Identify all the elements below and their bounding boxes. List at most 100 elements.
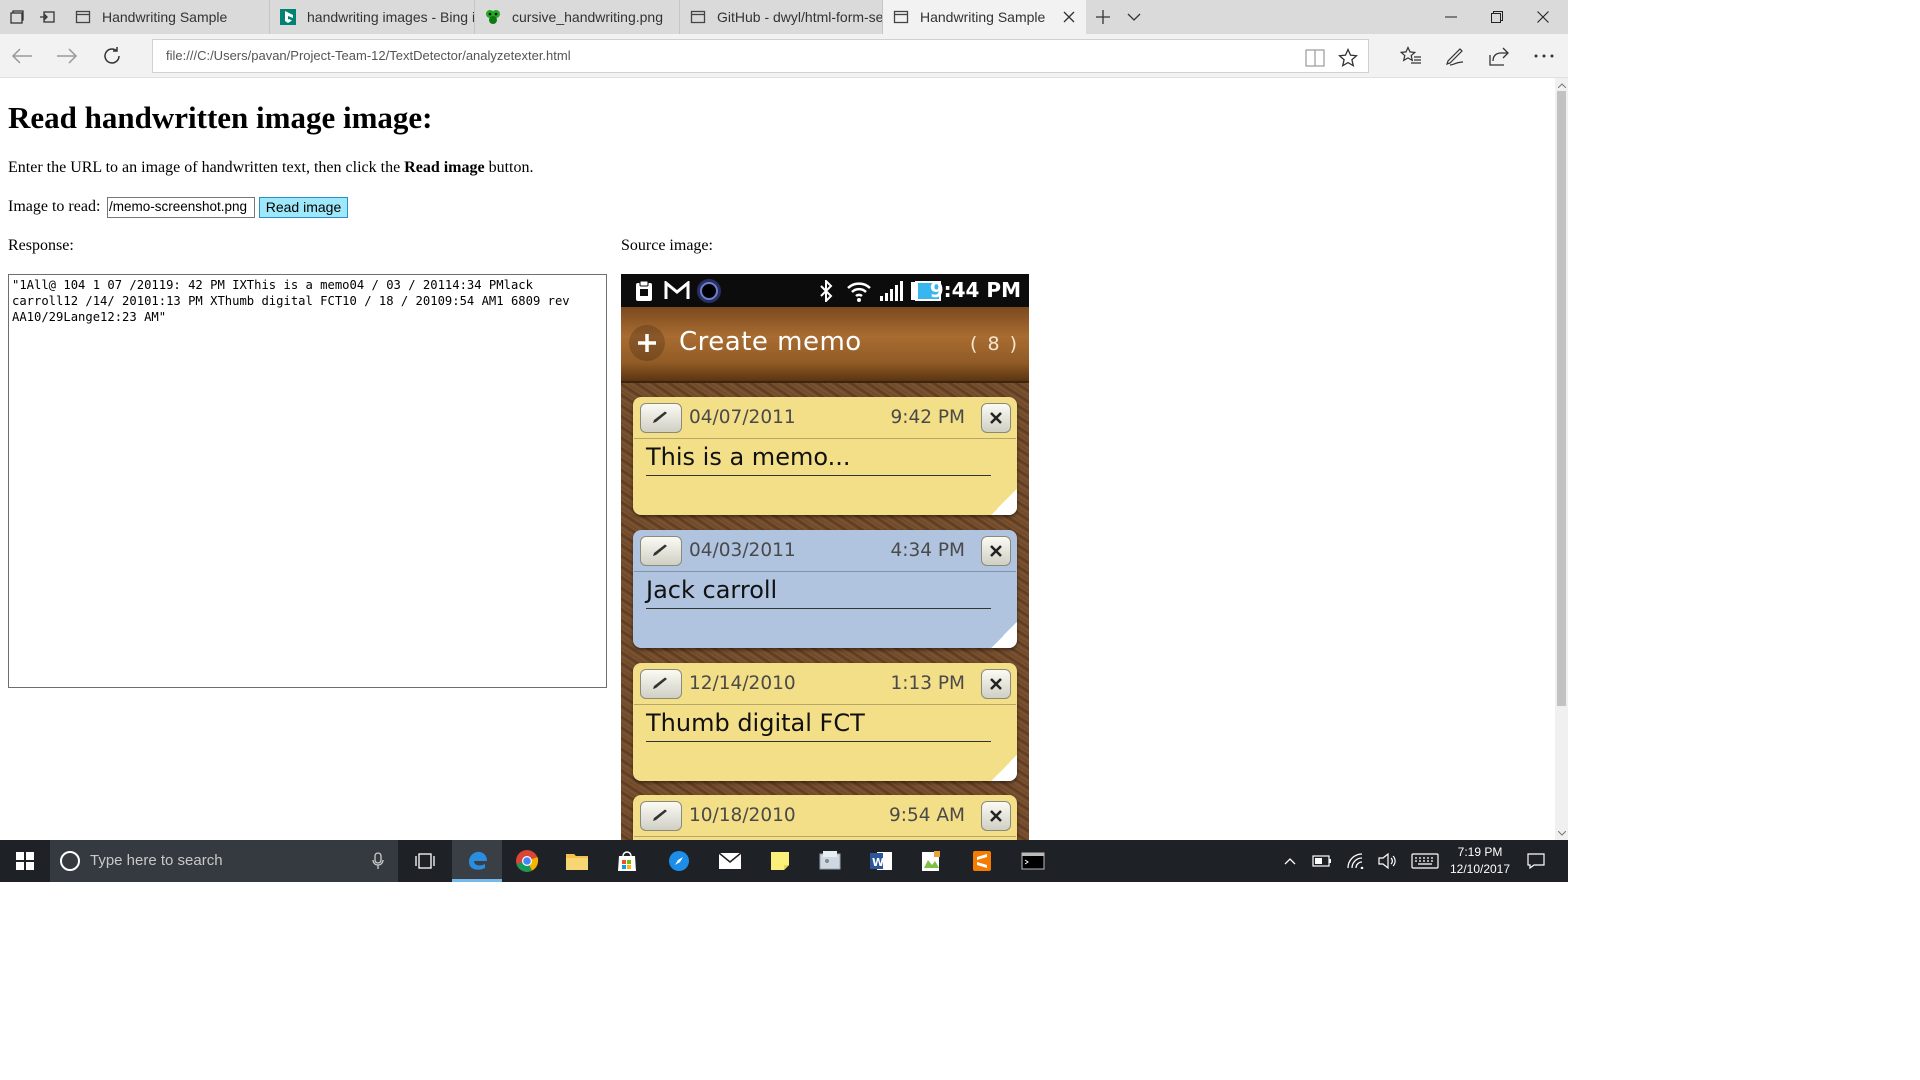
taskbar-search-box[interactable]: Type here to search (50, 840, 398, 882)
memo-underline (646, 741, 991, 742)
delete-memo-x-icon (981, 403, 1011, 433)
memo-divider (634, 438, 1016, 439)
memo-divider (634, 836, 1016, 837)
photos-app-icon[interactable] (805, 840, 855, 882)
bing-icon (280, 9, 296, 25)
tab-title: Handwriting Sample (102, 9, 228, 25)
source-image-label: Source image: (621, 237, 713, 254)
memo-header: Create memo ( 8 ) (621, 307, 1029, 383)
memo-date: 04/07/2011 (689, 407, 796, 428)
edit-pencil-icon (640, 669, 682, 699)
favorites-hub-icon[interactable] (1396, 41, 1426, 71)
notepad-plus-icon[interactable] (906, 840, 956, 882)
tab-cursive-handwriting[interactable]: cursive_handwriting.png (475, 0, 680, 34)
tab-manager-icon[interactable] (7, 7, 27, 27)
create-memo-title: Create memo (679, 327, 862, 357)
memo-card: 04/07/2011 9:42 PM This is a memo... (633, 397, 1017, 515)
phone-status-bar: 9:44 PM (621, 274, 1029, 307)
task-view-icon[interactable] (400, 840, 450, 882)
sublime-text-icon[interactable] (957, 840, 1007, 882)
minimize-button[interactable] (1428, 0, 1474, 34)
volume-tray-icon[interactable] (1374, 840, 1402, 882)
image-url-input[interactable]: /memo-screenshot.png (107, 197, 255, 218)
tab-title: GitHub - dwyl/html-form-se (717, 9, 882, 25)
memo-date: 10/18/2010 (689, 805, 796, 826)
search-placeholder: Type here to search (90, 852, 223, 869)
command-prompt-icon[interactable] (1008, 840, 1058, 882)
taskbar-clock[interactable]: 7:19 PM 12/10/2017 (1443, 844, 1517, 878)
web-note-pen-icon[interactable] (1440, 41, 1470, 71)
memo-card: 12/14/2010 1:13 PM Thumb digital FCT (633, 663, 1017, 781)
browser-tab-bar: Handwriting Sample handwriting images - … (0, 0, 1568, 34)
touch-keyboard-icon[interactable] (1408, 840, 1442, 882)
chrome-icon[interactable] (502, 840, 552, 882)
camera-app-icon (696, 278, 722, 303)
scroll-down-arrow-icon[interactable] (1557, 828, 1566, 838)
share-icon[interactable] (1484, 41, 1514, 71)
file-explorer-icon[interactable] (552, 840, 602, 882)
tab-github[interactable]: GitHub - dwyl/html-form-se (680, 0, 883, 34)
more-options-icon[interactable] (1529, 41, 1559, 71)
delete-memo-x-icon (981, 801, 1011, 831)
page-content: Read handwritten image image: Enter the … (0, 78, 1555, 840)
vertical-scrollbar[interactable] (1555, 78, 1568, 840)
microphone-icon[interactable] (368, 851, 388, 871)
battery-tray-icon[interactable] (1308, 840, 1336, 882)
browser-navigation-bar: file:///C:/Users/pavan/Project-Team-12/T… (0, 34, 1568, 78)
windows-taskbar: Type here to search W 7:19 PM 12/10/2017 (0, 840, 1568, 882)
page-curl-corner (991, 489, 1017, 515)
network-wifi-tray-icon[interactable] (1342, 840, 1370, 882)
tab-title: Handwriting Sample (920, 9, 1046, 25)
word-icon[interactable]: W (856, 840, 906, 882)
response-textarea[interactable]: "1All@ 104 1 07 /20119: 42 PM IXThis is … (8, 274, 607, 688)
tab-handwriting-sample-1[interactable]: Handwriting Sample (65, 0, 270, 34)
svg-text:W: W (872, 856, 884, 869)
refresh-icon[interactable] (97, 41, 127, 71)
start-windows-icon[interactable] (0, 840, 50, 882)
show-hidden-icons-chevron-icon[interactable] (1278, 840, 1302, 882)
clock-date: 12/10/2017 (1449, 862, 1511, 876)
delete-memo-x-icon (981, 669, 1011, 699)
page-heading: Read handwritten image image: (8, 100, 433, 135)
response-label: Response: (8, 237, 74, 254)
edge-browser-icon[interactable] (452, 840, 502, 882)
mail-icon[interactable] (705, 840, 755, 882)
reading-view-icon[interactable] (1304, 48, 1326, 68)
edit-pencil-icon (640, 536, 682, 566)
memo-card: 04/03/2011 4:34 PM Jack carroll (633, 530, 1017, 648)
intro-bold-text: Read image (404, 159, 485, 176)
tab-title: handwriting images - Bing i (307, 9, 474, 25)
action-center-icon[interactable] (1521, 840, 1551, 882)
tab-handwriting-sample-active[interactable]: Handwriting Sample (883, 0, 1086, 34)
memo-time: 1:13 PM (890, 673, 965, 694)
scroll-up-arrow-icon[interactable] (1557, 80, 1566, 90)
memo-count: ( 8 ) (970, 333, 1019, 355)
tab-bing-images[interactable]: handwriting images - Bing i (270, 0, 475, 34)
image-icon (485, 9, 501, 25)
memo-divider (634, 571, 1016, 572)
image-url-value: /memo-screenshot.png (109, 199, 248, 214)
memo-text: Jack carroll (646, 576, 778, 604)
close-window-button[interactable] (1520, 0, 1566, 34)
memo-text: This is a memo... (646, 443, 851, 471)
memo-text: Thumb digital FCT (646, 709, 865, 737)
forward-arrow-icon[interactable] (52, 41, 82, 71)
sticky-notes-icon[interactable] (755, 840, 805, 882)
new-tab-icon[interactable] (1093, 7, 1113, 27)
safari-compass-icon[interactable] (654, 840, 704, 882)
favorite-star-icon[interactable] (1337, 48, 1359, 68)
store-icon[interactable] (602, 840, 652, 882)
restore-button[interactable] (1474, 0, 1520, 34)
page-icon (893, 9, 909, 25)
source-image: 9:44 PM Create memo ( 8 ) 04/07/2011 9:4… (621, 274, 1029, 840)
set-tabs-aside-icon[interactable] (37, 7, 57, 27)
cortana-circle-icon (60, 851, 80, 871)
tab-title: cursive_handwriting.png (512, 9, 663, 25)
close-tab-icon[interactable] (1060, 8, 1078, 26)
read-image-button[interactable]: Read image (259, 197, 348, 218)
memo-underline (646, 608, 991, 609)
scroll-thumb[interactable] (1557, 91, 1566, 706)
address-bar[interactable]: file:///C:/Users/pavan/Project-Team-12/T… (152, 39, 1369, 73)
back-arrow-icon[interactable] (7, 41, 37, 71)
tab-preview-chevron-icon[interactable] (1124, 7, 1144, 27)
